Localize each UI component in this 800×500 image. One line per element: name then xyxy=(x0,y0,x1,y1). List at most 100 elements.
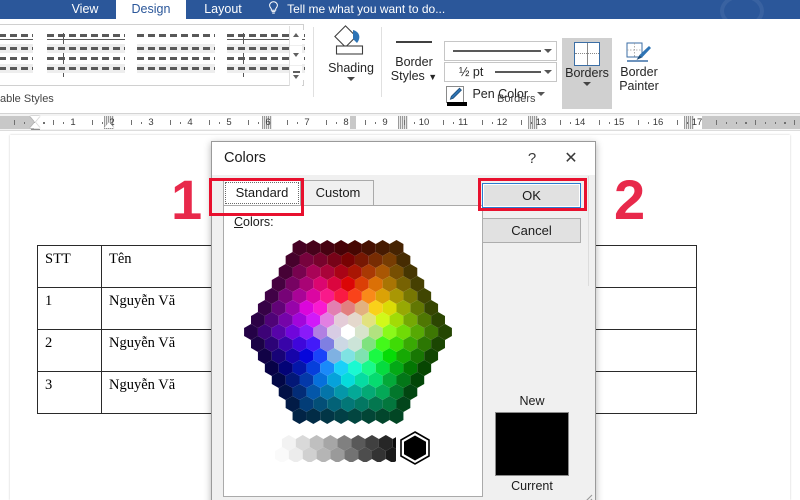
table-style-thumbnail[interactable] xyxy=(0,30,37,80)
line-weight-combo[interactable]: ½ pt xyxy=(444,62,557,82)
ruler-tick xyxy=(755,120,756,125)
hanging-indent-marker[interactable] xyxy=(30,122,40,128)
pen-color-icon xyxy=(446,86,464,103)
ruler-dot xyxy=(414,122,416,124)
ruler-number: 7 xyxy=(300,116,314,129)
table-styles-gallery[interactable] xyxy=(0,24,304,86)
ruler-dot xyxy=(24,122,26,124)
ok-button[interactable]: OK xyxy=(482,183,581,208)
ribbon-tab-bar: View Design Layout Tell me what you want… xyxy=(0,0,800,19)
ruler-dot xyxy=(453,122,455,124)
line-style-combo[interactable] xyxy=(444,41,557,61)
right-indent-marker[interactable] xyxy=(104,122,114,128)
gallery-scroll-buttons[interactable] xyxy=(289,26,302,86)
ruler-dot xyxy=(297,122,299,124)
ruler-number: 17 xyxy=(690,116,704,129)
tab-layout[interactable]: Layout xyxy=(186,0,260,19)
table-style-thumbnail[interactable] xyxy=(133,30,219,80)
ruler-number: 11 xyxy=(456,116,470,129)
horizontal-ruler[interactable]: 1234567891011121314151617 xyxy=(0,114,800,131)
ruler-number: 15 xyxy=(612,116,626,129)
ruler-number: 6 xyxy=(261,116,275,129)
colors-label: Colors: xyxy=(234,215,274,229)
shading-button[interactable]: Shading xyxy=(322,21,380,109)
tab-custom[interactable]: Custom xyxy=(302,180,374,206)
resize-grip-icon[interactable] xyxy=(581,491,593,500)
group-divider xyxy=(381,27,382,97)
table-cell[interactable]: STT xyxy=(38,246,102,288)
help-icon[interactable]: ? xyxy=(521,148,543,170)
ruler-dot xyxy=(63,122,65,124)
ruler-tick xyxy=(92,120,93,125)
ruler-number: 12 xyxy=(495,116,509,129)
borders-button[interactable]: Borders xyxy=(562,38,612,109)
preview-swatch xyxy=(495,412,569,476)
borders-button-label: Borders xyxy=(562,66,612,80)
chevron-down-icon[interactable] xyxy=(537,92,545,96)
cancel-button[interactable]: Cancel xyxy=(482,218,581,243)
ruler-dot xyxy=(531,122,533,124)
ruler-number: 9 xyxy=(378,116,392,129)
dialog-title-bar[interactable]: Colors ? ✕ xyxy=(212,142,595,175)
ruler-tick xyxy=(677,120,678,125)
selected-color-hexagon[interactable] xyxy=(397,430,433,471)
tell-me-box[interactable]: Tell me what you want to do... xyxy=(268,0,445,19)
ruler-tick xyxy=(248,120,249,125)
ruler-number: 8 xyxy=(339,116,353,129)
colors-label-accel: C xyxy=(234,215,243,229)
annotation-step-1: 1 xyxy=(171,172,202,228)
shading-label: Shading xyxy=(322,61,380,75)
line-weight-value: ½ pt xyxy=(459,65,483,79)
ruler-tick xyxy=(638,120,639,125)
gallery-more-button[interactable] xyxy=(290,66,303,86)
ruler-tick xyxy=(404,120,405,125)
close-icon[interactable]: ✕ xyxy=(557,148,585,170)
ruler-dot xyxy=(784,122,786,124)
grayscale-hexagon-row[interactable] xyxy=(266,434,396,467)
ruler-tick xyxy=(599,120,600,125)
colors-dialog: Colors ? ✕ Standard Custom Colors: xyxy=(211,141,596,500)
border-painter-label-1: Border xyxy=(620,65,658,79)
chevron-down-icon[interactable] xyxy=(583,82,591,86)
ruler-dot xyxy=(570,122,572,124)
ruler-tick xyxy=(14,120,15,125)
border-styles-label-1: Border xyxy=(395,55,433,69)
gallery-scroll-up-button[interactable] xyxy=(290,26,303,46)
ruler-tab-stop[interactable] xyxy=(398,116,408,129)
tab-view[interactable]: View xyxy=(54,0,116,19)
tab-standard[interactable]: Standard xyxy=(223,180,301,206)
ruler-dot xyxy=(648,122,650,124)
ruler-tick xyxy=(521,120,522,125)
chevron-down-icon[interactable] xyxy=(544,70,552,74)
ruler-dot xyxy=(180,122,182,124)
table-cell[interactable]: 2 xyxy=(38,330,102,372)
ruler-number: 16 xyxy=(651,116,665,129)
shading-bucket-icon xyxy=(322,21,380,61)
lightbulb-icon xyxy=(268,1,279,20)
chevron-down-icon[interactable]: ▼ xyxy=(428,72,437,82)
gallery-scroll-down-button[interactable] xyxy=(290,46,303,66)
dialog-tab-strip: Standard Custom xyxy=(223,180,523,206)
table-style-thumbnail[interactable] xyxy=(43,30,129,80)
table-cell[interactable]: 1 xyxy=(38,288,102,330)
ruler-dot xyxy=(375,122,377,124)
table-styles-group-label: able Styles xyxy=(0,93,54,105)
ruler-number: 3 xyxy=(144,116,158,129)
border-painter-button[interactable]: Border Painter xyxy=(613,38,665,109)
chevron-down-icon[interactable] xyxy=(544,49,552,53)
ruler-dot xyxy=(43,122,45,124)
ruler-tick xyxy=(794,120,795,125)
chevron-down-icon[interactable] xyxy=(347,77,355,81)
ruler-dot xyxy=(726,122,728,124)
table-cell[interactable]: 3 xyxy=(38,372,102,414)
ruler-tick xyxy=(443,120,444,125)
color-hexagon-wheel[interactable] xyxy=(229,232,467,442)
tab-design[interactable]: Design xyxy=(116,0,186,19)
ruler-tick xyxy=(716,120,717,125)
border-styles-button[interactable]: Border Styles ▼ xyxy=(386,35,442,107)
preview-current-label: Current xyxy=(484,478,580,495)
annotation-step-2: 2 xyxy=(614,172,645,228)
preview-new-label: New xyxy=(484,393,580,410)
dialog-title: Colors xyxy=(224,150,266,166)
ruler-dot xyxy=(336,122,338,124)
